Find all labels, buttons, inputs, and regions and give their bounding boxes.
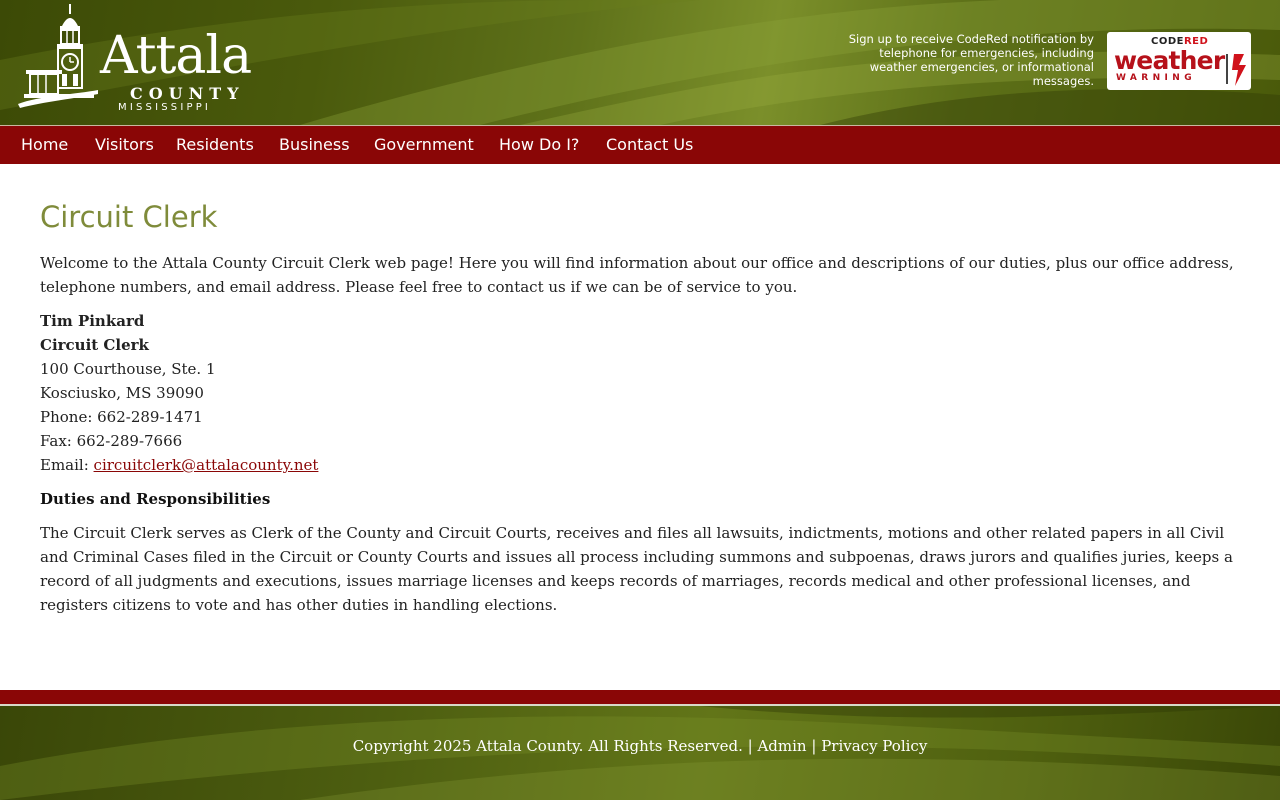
footer-text: Copyright 2025 Attala County. All Rights… [0, 737, 1280, 755]
main-content: Circuit Clerk Welcome to the Attala Coun… [40, 198, 1240, 617]
codered-warning-word: WARNING [1116, 73, 1197, 83]
logo-name: Attala [100, 26, 252, 86]
footer-divider-bar [0, 690, 1280, 704]
nav-item-contact-us[interactable]: Contact Us [606, 135, 693, 157]
logo-state: MISSISSIPPI [118, 102, 212, 113]
admin-link[interactable]: Admin [757, 737, 806, 755]
codered-weather-word: weather [1114, 46, 1225, 75]
nav-item-business[interactable]: Business [279, 135, 350, 157]
fax-number: Fax: 662-289-7666 [40, 432, 183, 450]
nav-item-government[interactable]: Government [374, 135, 474, 157]
nav-item-visitors[interactable]: Visitors [95, 135, 154, 157]
courthouse-icon [18, 4, 98, 108]
email-link[interactable]: circuitclerk@attalacounty.net [94, 456, 319, 474]
site-logo[interactable]: Attala COUNTY MISSISSIPPI [18, 4, 268, 116]
footer-separator-1: | [742, 737, 758, 755]
contact-block: Tim Pinkard Circuit Clerk 100 Courthouse… [40, 309, 1240, 477]
lightning-bolt-icon [1226, 54, 1246, 86]
duties-heading: Duties and Responsibilities [40, 490, 271, 508]
page-title: Circuit Clerk [40, 200, 218, 234]
codered-weather-warning-badge[interactable]: CODERED weather WARNING [1107, 32, 1251, 90]
site-footer: Copyright 2025 Attala County. All Rights… [0, 706, 1280, 800]
main-navigation: Home Visitors Residents Business Governm… [0, 125, 1280, 164]
site-header: Attala COUNTY MISSISSIPPI Sign up to rec… [0, 0, 1280, 125]
email-label: Email: [40, 456, 94, 474]
duties-paragraph: The Circuit Clerk serves as Clerk of the… [40, 524, 1233, 614]
address-line-1: 100 Courthouse, Ste. 1 [40, 360, 216, 378]
email-line: Email: circuitclerk@attalacounty.net [40, 453, 1240, 477]
nav-item-home[interactable]: Home [21, 135, 68, 157]
codered-notice[interactable]: Sign up to receive CodeRed notification … [834, 32, 1094, 88]
intro-paragraph: Welcome to the Attala County Circuit Cle… [40, 254, 1234, 296]
phone-number: Phone: 662-289-1471 [40, 408, 203, 426]
nav-item-residents[interactable]: Residents [176, 135, 254, 157]
logo-county: COUNTY [130, 84, 245, 103]
clerk-name: Tim Pinkard [40, 312, 145, 330]
copyright-text: Copyright 2025 Attala County. All Rights… [352, 737, 743, 755]
footer-separator-2: | [806, 737, 822, 755]
clerk-role: Circuit Clerk [40, 336, 149, 354]
privacy-policy-link[interactable]: Privacy Policy [821, 737, 927, 755]
address-line-2: Kosciusko, MS 39090 [40, 384, 204, 402]
nav-item-how-do-i[interactable]: How Do I? [499, 135, 579, 157]
